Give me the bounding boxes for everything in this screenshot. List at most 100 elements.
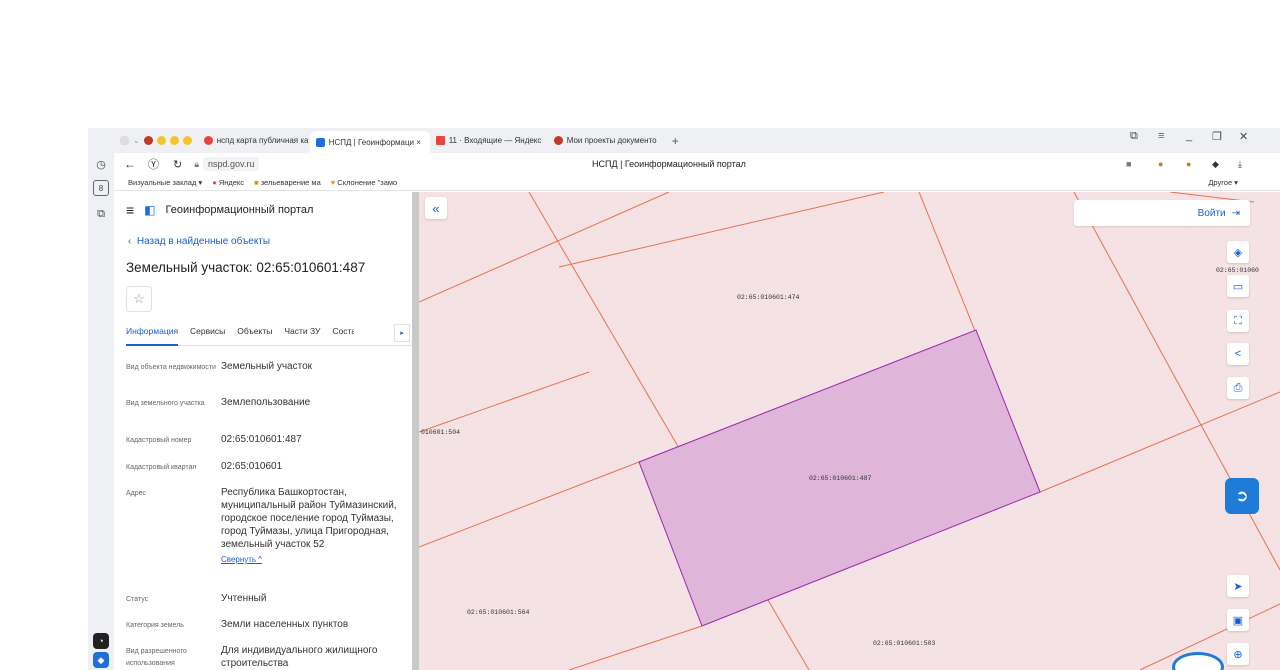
print-icon[interactable]: ⎙ xyxy=(1227,377,1249,399)
lock-icon: 🔒︎ xyxy=(194,158,200,169)
tab-documents[interactable]: Мои проекты документо xyxy=(548,131,666,151)
tab-search[interactable]: нспд карта публичная ка xyxy=(198,131,310,151)
browser-side-rail: ◷ 8 ⧉ ◔ ◆ xyxy=(88,128,114,670)
bookmark-icon[interactable]: ■ xyxy=(1126,159,1131,169)
tab-bar: ⌄ нспд карта публичная ка НСПД | Геоинфо… xyxy=(114,128,1280,153)
download-icon[interactable]: ⤓ xyxy=(1238,159,1242,170)
tab-objects[interactable]: Объекты xyxy=(237,322,272,346)
field-label: Вид объекта недвижимости xyxy=(126,364,216,371)
yandex-icon xyxy=(203,136,213,145)
map-canvas[interactable]: 02:65:010601:474 02:65:010601:487 02:65:… xyxy=(419,192,1280,670)
field-label: Кадастровый номер xyxy=(126,437,192,444)
boundary-line xyxy=(568,625,703,670)
downloads-indicator-icon[interactable]: ≡ xyxy=(1158,130,1164,142)
yandex-icon: ● xyxy=(212,178,217,187)
parcel-label: 02:65:010601:474 xyxy=(737,294,800,301)
bookmark-yandex[interactable]: ● Яндекс xyxy=(212,178,244,187)
boundary-line xyxy=(419,192,670,303)
field-row: Категория земель Земли населенных пункто… xyxy=(126,618,412,632)
bookmarks-bar: Визуальные заклад ▾ ● Яндекс ■ зельеваре… xyxy=(114,175,1280,191)
tab-parts[interactable]: Части ЗУ xyxy=(284,322,320,346)
field-row: Кадастровый квартал 02:65:010601 xyxy=(126,460,412,474)
bookmark-label: Склонение "замо xyxy=(337,178,398,187)
login-button[interactable]: Войти ⇥ xyxy=(1074,200,1250,226)
portal-header: ≡ ◧ Геоинформационный портал xyxy=(126,202,313,218)
extension-icon[interactable]: ◆ xyxy=(1212,159,1219,170)
cadastral-map[interactable]: 02:65:010601:474 02:65:010601:487 02:65:… xyxy=(419,192,1280,670)
parcel-label: 02:65:010601:503 xyxy=(873,640,936,647)
field-label: Кадастровый квартал xyxy=(126,464,197,471)
panel-scrollbar[interactable] xyxy=(412,192,419,670)
menu-icon[interactable]: ≡ xyxy=(126,202,134,218)
field-row: Статус Учтенный xyxy=(126,592,412,606)
address-value: Республика Башкортостан, муниципальный р… xyxy=(221,486,407,566)
page-title: НСПД | Геоинформационный портал xyxy=(592,159,746,169)
share-icon[interactable]: < xyxy=(1227,343,1249,365)
collections-icon[interactable]: ⧉ xyxy=(93,206,109,222)
field-row: Адрес Республика Башкортостан, муниципал… xyxy=(126,486,412,566)
field-label: Адрес xyxy=(126,490,147,497)
pinned-tab-icon[interactable] xyxy=(182,136,192,145)
favorite-star-icon[interactable]: ☆ xyxy=(126,286,152,312)
url-field[interactable]: nspd.gov.ru xyxy=(203,157,260,171)
select-area-icon[interactable]: ⛶ xyxy=(1227,310,1249,332)
field-label: Вид разрешенного использования xyxy=(126,648,187,667)
app-icon[interactable]: ◆ xyxy=(93,652,109,668)
collapse-panel-icon[interactable]: « xyxy=(425,197,447,219)
minimize-icon[interactable]: _ xyxy=(1186,130,1192,142)
bookmark-declension[interactable]: ♥ Склонение "замо xyxy=(331,178,397,187)
bookmark-list-icon[interactable]: ⧉ xyxy=(1130,130,1138,143)
bookmark-visual[interactable]: Визуальные заклад ▾ xyxy=(128,178,202,187)
tab-nspd[interactable]: НСПД | Геоинформаци × xyxy=(309,131,430,153)
tab-composition[interactable]: Состав xyxy=(332,322,354,346)
tabs-scroll-right-icon[interactable]: ▸ xyxy=(394,324,410,342)
field-row: Вид земельного участка Землепользование xyxy=(126,396,412,410)
screen: ◷ 8 ⧉ ◔ ◆ ⌄ нспд карта публичная ка НСПД… xyxy=(0,0,1280,670)
bookmark-heart-icon: ♥ xyxy=(330,178,336,187)
pinned-tab-icon[interactable] xyxy=(169,136,179,145)
history-icon[interactable]: ◷ xyxy=(93,156,109,172)
tab-label: 11 · Входящие — Яндекс xyxy=(448,136,542,145)
bookmark-label: зельеварение ма xyxy=(260,178,321,187)
ruler-icon[interactable]: ▭ xyxy=(1227,275,1249,297)
back-link-label: Назад в найденные объекты xyxy=(136,236,271,247)
assistant-icon[interactable]: ➲ xyxy=(1225,478,1259,514)
login-icon: ⇥ xyxy=(1231,207,1240,219)
portal-name: Геоинформационный портал xyxy=(165,204,314,216)
portal-logo-icon: ◧ xyxy=(144,203,156,217)
field-value: Земли населенных пунктов xyxy=(221,619,349,630)
pinned-tab-icon[interactable] xyxy=(156,136,166,145)
back-to-results-link[interactable]: ‹ Назад в найденные объекты xyxy=(128,236,270,247)
back-arrow-icon[interactable]: ← xyxy=(124,157,136,171)
field-value: Земельный участок xyxy=(221,361,313,372)
boundary-line xyxy=(558,192,885,268)
locate-icon[interactable]: ➤ xyxy=(1227,575,1249,597)
tab-label: нспд карта публичная ка xyxy=(216,136,309,145)
info-tabs: Информация Сервисы Объекты Части ЗУ Сост… xyxy=(126,322,412,346)
chevron-down-icon[interactable]: ⌄ xyxy=(133,136,140,145)
minimap-icon[interactable]: ▣ xyxy=(1227,609,1249,631)
yandex-logo-icon[interactable]: Ⓨ xyxy=(148,156,159,172)
reload-icon[interactable]: ↻ xyxy=(173,158,182,171)
tab-information[interactable]: Информация xyxy=(126,322,179,346)
tab-group-icon[interactable] xyxy=(120,136,129,145)
extension-icon[interactable]: ● xyxy=(1158,159,1163,169)
field-label: Категория земель xyxy=(126,622,184,629)
tab-mail[interactable]: 11 · Входящие — Яндекс xyxy=(430,131,548,151)
collapse-link[interactable]: Свернуть ^ xyxy=(221,553,407,566)
bookmark-potions[interactable]: ■ зельеварение ма xyxy=(254,178,321,187)
restore-icon[interactable]: ❐ xyxy=(1212,130,1222,143)
messenger-icon[interactable]: ◔ xyxy=(93,633,109,649)
parcel-label: 02:65:010601:487 xyxy=(809,475,872,482)
new-tab-button[interactable]: + xyxy=(666,131,685,151)
other-bookmarks[interactable]: Другое ▾ xyxy=(1208,178,1238,187)
extension-icon[interactable]: ● xyxy=(1186,159,1191,169)
field-row: Вид объекта недвижимости Земельный участ… xyxy=(126,360,412,374)
tab-services[interactable]: Сервисы xyxy=(190,322,225,346)
boundary-line xyxy=(419,371,590,433)
layers-icon[interactable]: ◈ xyxy=(1227,241,1249,263)
zoom-icon[interactable]: ⊕ xyxy=(1227,643,1249,665)
pinned-tab-icon[interactable] xyxy=(143,136,153,145)
close-icon[interactable]: ✕ xyxy=(1239,130,1248,143)
tab-counter-icon[interactable]: 8 xyxy=(93,180,109,196)
